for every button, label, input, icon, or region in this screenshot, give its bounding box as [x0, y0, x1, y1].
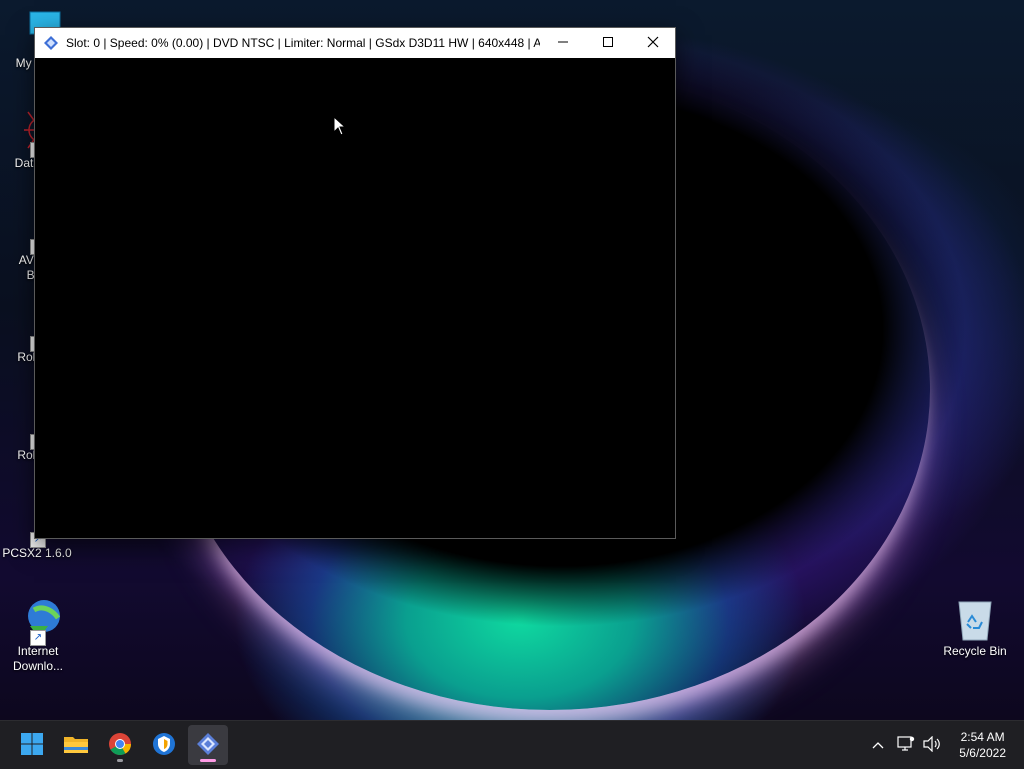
network-button[interactable]: [894, 721, 918, 769]
taskbar-pcsx2[interactable]: [188, 725, 228, 765]
minimize-button[interactable]: [540, 28, 585, 58]
pcsx2-icon: [196, 732, 220, 759]
taskbar-file-explorer[interactable]: [56, 725, 96, 765]
network-icon: [897, 735, 915, 755]
emulator-window[interactable]: Slot: 0 | Speed: 0% (0.00) | DVD NTSC | …: [34, 27, 676, 539]
taskbar-clock[interactable]: 2:54 AM 5/6/2022: [959, 729, 1006, 761]
start-button[interactable]: [12, 725, 52, 765]
folder-icon: [63, 733, 89, 758]
taskbar-chrome[interactable]: [100, 725, 140, 765]
recycle-bin-icon: [951, 596, 999, 644]
minimize-icon: [557, 36, 569, 51]
clock-time: 2:54 AM: [960, 730, 1005, 744]
game-display-area[interactable]: [35, 58, 675, 538]
chevron-up-icon: [872, 738, 884, 752]
windows-start-icon: [20, 732, 44, 759]
maximize-button[interactable]: [585, 28, 630, 58]
desktop-icon-label: PCSX2 1.6.0: [2, 546, 72, 560]
shortcut-arrow-icon: ↗: [30, 630, 46, 646]
volume-button[interactable]: [920, 721, 944, 769]
internet-download-manager-icon: ↗: [14, 596, 62, 646]
window-title: Slot: 0 | Speed: 0% (0.00) | DVD NTSC | …: [66, 36, 540, 50]
maximize-icon: [602, 36, 614, 51]
running-indicator: [117, 759, 123, 762]
desktop-icon-recycle-bin[interactable]: Recycle Bin: [935, 596, 1015, 659]
avg-browser-icon: [152, 732, 176, 759]
speaker-icon: [923, 735, 941, 755]
close-button[interactable]: [630, 28, 675, 58]
close-icon: [647, 36, 659, 51]
pcsx2-icon: [44, 36, 58, 50]
taskbar-avg-browser[interactable]: [144, 725, 184, 765]
desktop-icon-label: Downlo...: [12, 659, 64, 673]
window-titlebar[interactable]: Slot: 0 | Speed: 0% (0.00) | DVD NTSC | …: [35, 28, 675, 58]
mouse-cursor-icon: [333, 115, 347, 139]
chrome-icon: [108, 732, 132, 759]
clock-date: 5/6/2022: [959, 746, 1006, 760]
desktop-icon-label: Recycle Bin: [943, 644, 1007, 658]
active-indicator: [200, 759, 216, 762]
desktop-icon-internet-download-manager[interactable]: ↗ Internet Downlo...: [0, 596, 78, 674]
taskbar: 2:54 AM 5/6/2022: [0, 720, 1024, 769]
show-hidden-icons-button[interactable]: [866, 721, 890, 769]
desktop-icon-label: Internet: [17, 644, 59, 658]
